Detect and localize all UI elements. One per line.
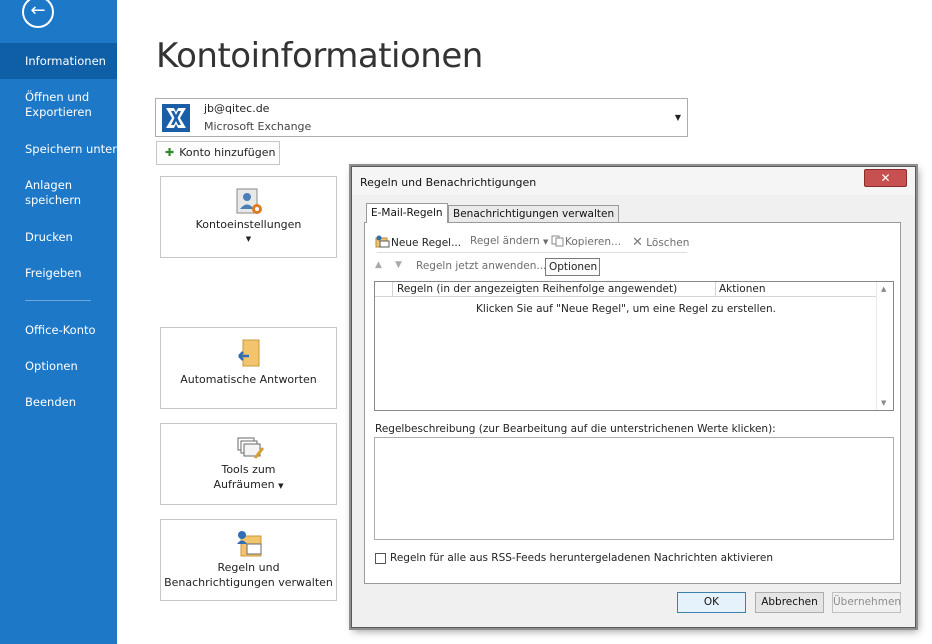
cleanup-tools-icon — [237, 437, 264, 459]
nav-label: Öffnen und Exportieren — [25, 90, 92, 119]
nav-label: Speichern unter — [25, 142, 117, 156]
delete-button[interactable]: ✕ Löschen — [632, 235, 689, 250]
rss-rules-checkbox[interactable] — [375, 553, 386, 564]
rules-dialog: Regeln und Benachrichtigungen ✕ E-Mail-R… — [351, 166, 916, 628]
close-button[interactable]: ✕ — [864, 169, 907, 187]
back-arrow-icon: ← — [30, 0, 46, 21]
nav-item-informationen[interactable]: Informationen — [0, 43, 117, 79]
copy-label: Kopieren... — [565, 236, 622, 248]
account-email: jb@qitec.de — [204, 102, 270, 115]
options-label: Optionen — [549, 261, 598, 273]
tile-label: Tools zum — [221, 463, 276, 476]
add-account-button[interactable]: ✚ Konto hinzufügen — [156, 141, 280, 165]
nav-item-optionen[interactable]: Optionen — [0, 359, 117, 374]
tab-label: E-Mail-Regeln — [371, 207, 443, 219]
new-rule-icon — [375, 235, 390, 248]
nav-item-beenden[interactable]: Beenden — [0, 395, 117, 410]
rule-description-box[interactable] — [374, 437, 894, 540]
column-divider — [392, 282, 393, 297]
apply-rules-now-label: Regeln jetzt anwenden... — [416, 260, 547, 272]
nav-label: Informationen — [25, 54, 106, 68]
backstage-sidebar: ← Informationen Öffnen und Exportieren S… — [0, 0, 117, 644]
nav-item-office-konto[interactable]: Office-Konto — [0, 323, 117, 338]
tile-label: Regeln und — [217, 561, 280, 574]
rules-notifications-tile[interactable]: Regeln und Benachrichtigungen verwalten — [160, 519, 337, 601]
tab-label: Benachrichtigungen verwalten — [453, 208, 615, 220]
auto-reply-tile[interactable]: Automatische Antworten — [160, 327, 337, 409]
delete-icon: ✕ — [632, 235, 643, 250]
back-button[interactable]: ← — [22, 0, 54, 28]
cleanup-tools-tile[interactable]: Tools zum Aufräumen ▼ — [160, 423, 337, 505]
cancel-button[interactable]: Abbrechen — [755, 592, 824, 613]
tab-manage-notifications[interactable]: Benachrichtigungen verwalten — [448, 205, 620, 223]
rules-empty-message: Klicken Sie auf "Neue Regel", um eine Re… — [476, 303, 776, 315]
nav-item-speichern-unter[interactable]: Speichern unter — [0, 142, 117, 157]
dropdown-arrow-icon: ▼ — [543, 238, 549, 246]
dialog-title: Regeln und Benachrichtigungen — [360, 176, 537, 189]
rules-list[interactable]: Regeln (in der angezeigten Reihenfolge a… — [374, 281, 894, 411]
column-divider — [715, 282, 716, 297]
tile-label-line2: Aufräumen ▼ — [161, 477, 336, 494]
rules-list-header: Regeln (in der angezeigten Reihenfolge a… — [375, 282, 877, 297]
dialog-titlebar[interactable]: Regeln und Benachrichtigungen ✕ — [352, 167, 915, 195]
cancel-label: Abbrechen — [761, 596, 818, 608]
tile-label: Benachrichtigungen verwalten — [164, 576, 333, 589]
rss-rules-label[interactable]: Regeln für alle aus RSS-Feeds herunterge… — [390, 552, 773, 564]
column-header-rules[interactable]: Regeln (in der angezeigten Reihenfolge a… — [397, 283, 677, 295]
toolbar-separator — [377, 252, 687, 253]
nav-item-oeffnen-exportieren[interactable]: Öffnen und Exportieren — [0, 90, 100, 120]
close-icon: ✕ — [880, 171, 891, 185]
account-settings-icon — [236, 188, 262, 214]
delete-label: Löschen — [646, 237, 690, 249]
rules-list-scrollbar[interactable]: ▲ ▼ — [876, 282, 893, 410]
tile-label: Aufräumen — [213, 478, 275, 491]
account-type: Microsoft Exchange — [204, 120, 312, 133]
nav-label: Freigeben — [25, 266, 82, 280]
account-selector[interactable]: jb@qitec.de Microsoft Exchange ▼ — [155, 98, 688, 137]
change-rule-button[interactable]: Regel ändern ▼ — [470, 235, 548, 247]
rules-notifications-icon — [236, 531, 261, 557]
nav-item-anlagen-speichern[interactable]: Anlagen speichern — [0, 178, 90, 208]
nav-label: Office-Konto — [25, 323, 96, 337]
add-account-label: Konto hinzufügen — [179, 146, 276, 159]
nav-item-freigeben[interactable]: Freigeben — [0, 266, 117, 281]
exchange-icon — [162, 104, 190, 132]
page-title: Kontoinformationen — [156, 36, 483, 76]
plus-icon: ✚ — [165, 146, 175, 159]
move-down-icon[interactable]: ▼ — [395, 260, 402, 270]
column-header-actions[interactable]: Aktionen — [719, 283, 766, 295]
apply-rules-now-button[interactable]: Regeln jetzt anwenden... — [416, 260, 546, 272]
ok-button[interactable]: OK — [677, 592, 746, 613]
scroll-down-icon[interactable]: ▼ — [881, 399, 886, 407]
new-rule-button[interactable]: Neue Regel... — [375, 235, 461, 249]
copy-icon — [551, 235, 564, 247]
nav-label: Optionen — [25, 359, 78, 373]
tab-email-rules[interactable]: E-Mail-Regeln — [366, 203, 448, 223]
apply-label: Übernehmen — [833, 596, 902, 608]
auto-reply-icon — [237, 339, 259, 367]
move-up-icon[interactable]: ▲ — [375, 260, 382, 270]
nav-label: Drucken — [25, 230, 73, 244]
nav-separator — [25, 300, 91, 301]
copy-button[interactable]: Kopieren... — [551, 235, 621, 248]
nav-label: Beenden — [25, 395, 76, 409]
tile-label: Automatische Antworten — [180, 373, 317, 386]
options-button[interactable]: Optionen — [545, 258, 600, 276]
email-rules-panel: Neue Regel... Regel ändern ▼ Kopieren...… — [364, 222, 901, 584]
new-rule-label: Neue Regel... — [391, 237, 462, 249]
apply-button[interactable]: Übernehmen — [832, 592, 901, 613]
change-rule-label: Regel ändern — [470, 235, 540, 247]
rule-description-label: Regelbeschreibung (zur Bearbeitung auf d… — [375, 423, 776, 435]
account-settings-tile[interactable]: Kontoeinstellungen ▼ — [160, 176, 337, 258]
ok-label: OK — [703, 596, 720, 608]
nav-label: Anlagen speichern — [25, 178, 82, 207]
tile-label: Kontoeinstellungen — [195, 218, 302, 231]
dropdown-arrow-icon: ▼ — [674, 113, 681, 122]
nav-item-drucken[interactable]: Drucken — [0, 230, 117, 245]
scroll-up-icon[interactable]: ▲ — [881, 285, 886, 293]
dropdown-arrow-icon: ▼ — [245, 235, 252, 243]
dropdown-arrow-icon: ▼ — [278, 482, 284, 490]
